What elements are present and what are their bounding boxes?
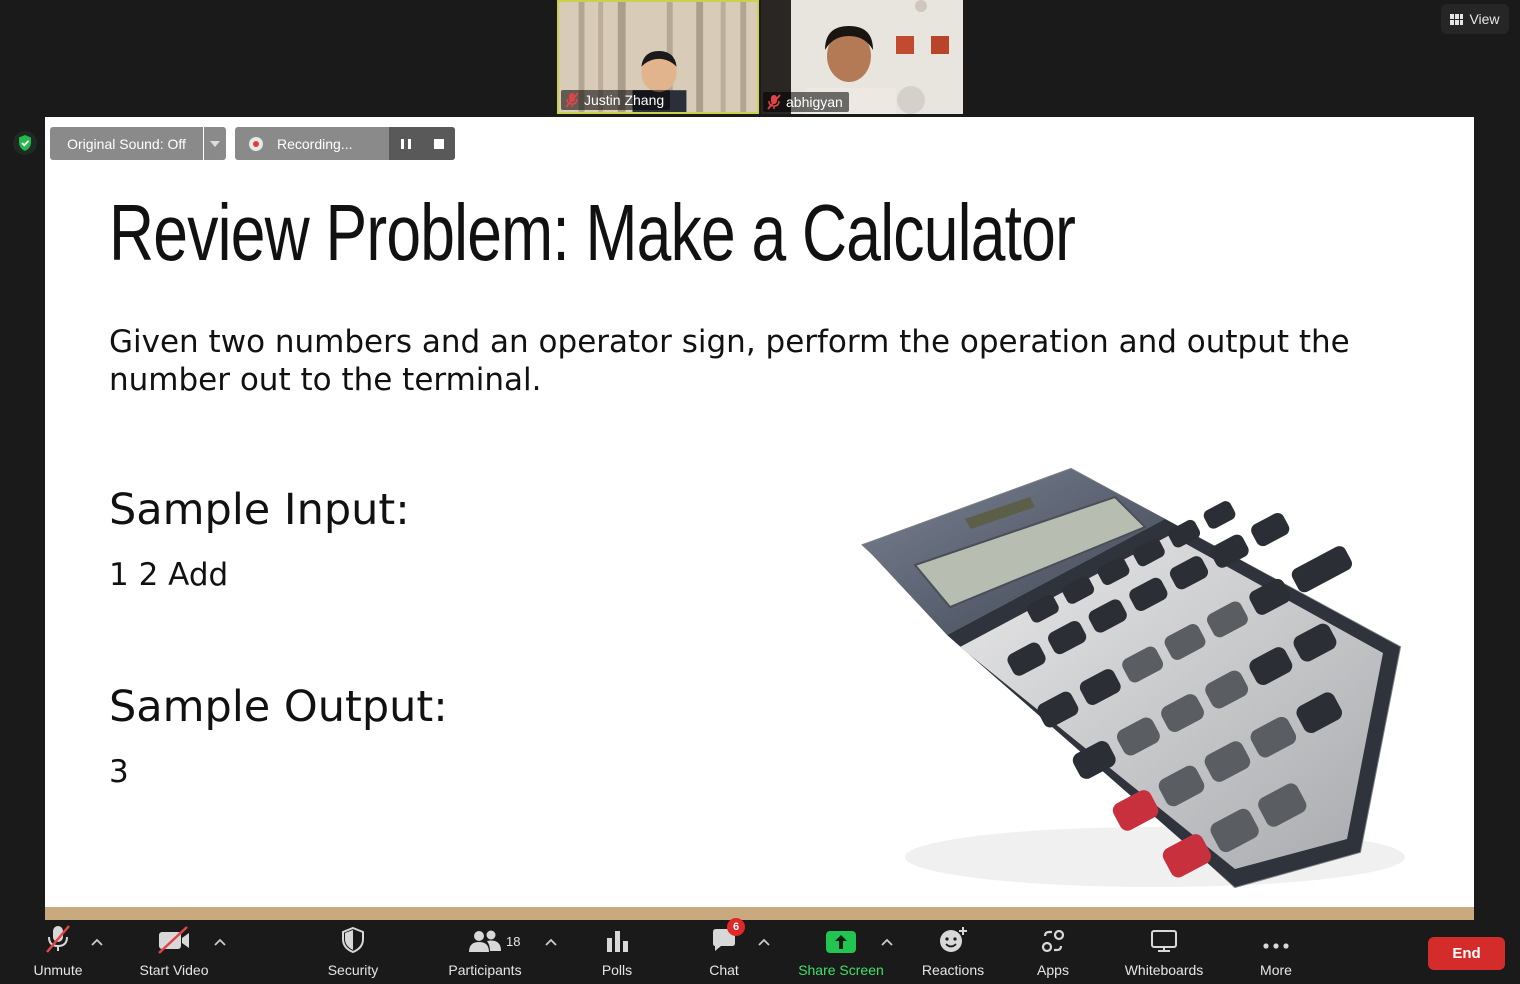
zoom-meeting-window: View Justin Zhang abhigyan Review Proble… (0, 0, 1520, 984)
original-sound-dropdown[interactable] (204, 127, 226, 160)
apps-icon (1041, 929, 1065, 953)
participants-count: 18 (506, 934, 521, 949)
recording-control: Recording... (235, 127, 455, 160)
stop-recording-button[interactable] (422, 127, 455, 160)
whiteboard-icon (1151, 930, 1177, 952)
start-video-label: Start Video (139, 962, 209, 978)
chat-label: Chat (709, 962, 739, 978)
participant-label: Justin Zhang (561, 90, 671, 110)
security-label: Security (327, 962, 379, 978)
start-video-button[interactable]: Start Video (130, 920, 218, 984)
slide-title: Review Problem: Make a Calculator (109, 188, 1076, 277)
apps-label: Apps (1037, 962, 1069, 978)
caret-down-icon (210, 140, 220, 147)
chat-unread-badge: 6 (727, 918, 745, 936)
video-tile-justin[interactable]: Justin Zhang (557, 0, 759, 114)
mic-muted-icon (767, 94, 781, 110)
meeting-toolbar: Unmute Start Video Security Participants… (0, 918, 1520, 984)
mic-muted-icon (565, 92, 579, 108)
participants-label: Participants (448, 962, 522, 978)
video-options-chevron-icon[interactable] (214, 938, 226, 946)
video-off-icon (158, 926, 189, 954)
original-sound-button[interactable]: Original Sound: Off (50, 127, 203, 160)
participant-name: abhigyan (786, 94, 843, 110)
shield-icon (342, 926, 364, 954)
chat-options-chevron-icon[interactable] (758, 938, 770, 946)
sample-input-heading: Sample Input: (109, 485, 410, 535)
unmute-button[interactable]: Unmute (24, 920, 92, 984)
participants-icon (469, 930, 501, 952)
view-button[interactable]: View (1441, 4, 1509, 34)
recording-label: Recording... (277, 135, 353, 152)
whiteboards-button[interactable]: Whiteboards (1116, 920, 1212, 984)
reactions-label: Reactions (921, 962, 985, 978)
slide-bottom-border (45, 907, 1474, 920)
sample-output-heading: Sample Output: (109, 682, 448, 732)
participant-name: Justin Zhang (584, 92, 665, 108)
unmute-label: Unmute (33, 962, 83, 978)
share-screen-button[interactable]: Share Screen (792, 920, 890, 984)
whiteboards-label: Whiteboards (1124, 962, 1204, 978)
end-meeting-button[interactable]: End (1428, 937, 1505, 970)
participants-button[interactable]: Participants (440, 920, 530, 984)
calculator-image (861, 467, 1405, 889)
more-button[interactable]: More (1250, 920, 1302, 984)
grid-view-icon (1450, 13, 1464, 25)
view-button-label: View (1469, 11, 1500, 27)
pause-recording-button[interactable] (389, 127, 422, 160)
apps-button[interactable]: Apps (1028, 920, 1078, 984)
participants-options-chevron-icon[interactable] (545, 938, 557, 946)
original-sound-control: Original Sound: Off (50, 127, 226, 160)
share-options-chevron-icon[interactable] (881, 938, 893, 946)
share-screen-label: Share Screen (798, 962, 884, 978)
audio-options-chevron-icon[interactable] (91, 938, 103, 946)
video-tile-abhigyan[interactable]: abhigyan (761, 0, 963, 114)
participant-label: abhigyan (763, 92, 849, 112)
polls-button[interactable]: Polls (590, 920, 644, 984)
sample-output-value: 3 (109, 754, 129, 790)
sample-input-value: 1 2 Add (109, 557, 229, 593)
stop-icon (433, 138, 444, 149)
reactions-smiley-icon (940, 927, 967, 952)
polls-bar-chart-icon (607, 931, 628, 952)
chat-button[interactable]: 6 Chat (698, 918, 750, 984)
more-ellipsis-icon (1263, 943, 1289, 949)
share-screen-arrow-icon (826, 931, 856, 953)
pause-icon (400, 138, 411, 149)
slide-body-text: Given two numbers and an operator sign, … (109, 324, 1350, 398)
recording-dot-icon (249, 136, 263, 151)
shared-screen-slide: Review Problem: Make a Calculator Given … (45, 117, 1474, 907)
more-label: More (1260, 962, 1292, 978)
security-button[interactable]: Security (318, 920, 388, 984)
polls-label: Polls (601, 962, 633, 978)
reactions-button[interactable]: Reactions (914, 920, 992, 984)
encryption-shield-icon[interactable] (13, 131, 37, 155)
mic-muted-icon (46, 925, 70, 953)
recording-status: Recording... (235, 127, 389, 160)
